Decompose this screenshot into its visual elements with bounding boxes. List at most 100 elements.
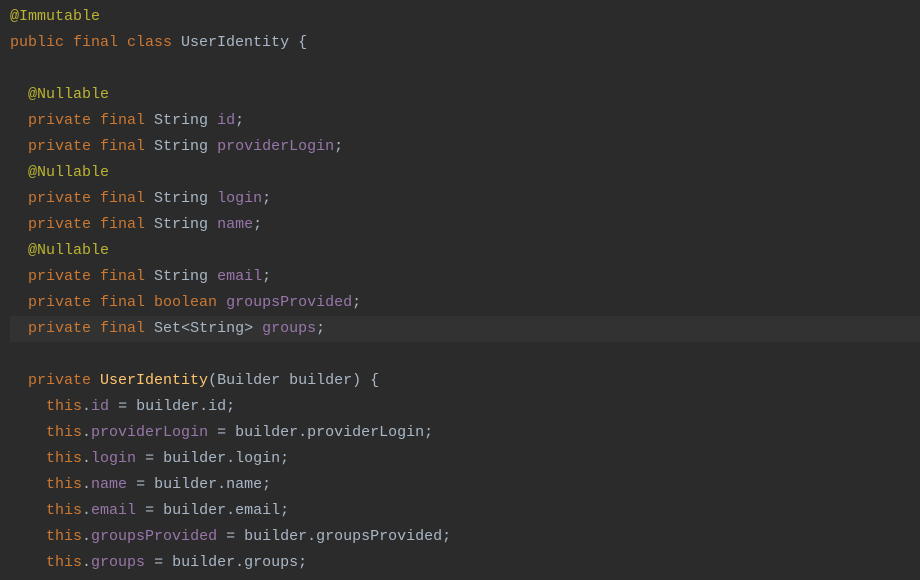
token-kw: this [46,476,82,493]
token-punct: ; [262,268,271,285]
token-anno: @Nullable [28,242,109,259]
code-line[interactable]: this.email = builder.email; [10,498,920,524]
token-white: builder [289,372,352,389]
token-kw: final [100,268,154,285]
token-white: = builder.groupsProvided [217,528,442,545]
token-kw: boolean [154,294,226,311]
code-line[interactable]: private final Set<String> groups; [10,316,920,342]
token-anno: @Nullable [28,86,109,103]
token-punct: . [82,554,91,571]
token-kw: this [46,502,82,519]
token-punct: . [82,398,91,415]
token-punct: ) { [352,372,379,389]
token-white: = builder.name [127,476,262,493]
token-white: = builder.groups [145,554,298,571]
token-ident: id [91,398,109,415]
token-punct: ; [226,398,235,415]
code-line[interactable] [10,342,920,368]
token-kw: this [46,554,82,571]
token-punct: . [82,424,91,441]
token-kw: private [28,190,100,207]
token-type: String [154,112,217,129]
code-line[interactable]: private final String providerLogin; [10,134,920,160]
token-kw: final [100,112,154,129]
code-line[interactable]: this.login = builder.login; [10,446,920,472]
token-ident: groups [262,320,316,337]
code-line[interactable]: @Nullable [10,82,920,108]
token-kw: private [28,112,100,129]
token-punct: ; [334,138,343,155]
token-punct: ; [442,528,451,545]
token-ident: login [91,450,136,467]
token-kw: this [46,450,82,467]
code-line[interactable]: private UserIdentity(Builder builder) { [10,368,920,394]
token-kw: final [100,294,154,311]
token-type: String [154,138,217,155]
code-line[interactable]: private final boolean groupsProvided; [10,290,920,316]
token-punct: { [298,34,307,51]
code-line[interactable]: @Immutable [10,4,920,30]
token-kw: private [28,372,100,389]
token-kw: private [28,268,100,285]
token-kw: private [28,294,100,311]
token-punct: ; [262,476,271,493]
token-kw: public [10,34,73,51]
code-line[interactable]: this.id = builder.id; [10,394,920,420]
token-kw: final [73,34,127,51]
code-line[interactable]: private final String login; [10,186,920,212]
code-line[interactable]: @Nullable [10,238,920,264]
token-kw: private [28,138,100,155]
token-white: = builder.login [136,450,280,467]
token-ident: providerLogin [91,424,208,441]
token-gen: > [244,320,262,337]
token-punct: ; [298,554,307,571]
token-ident: email [217,268,262,285]
token-kw: final [100,320,154,337]
token-kw: private [28,320,100,337]
token-kw: this [46,528,82,545]
code-line[interactable]: private final String id; [10,108,920,134]
token-kw: this [46,424,82,441]
token-punct: ; [280,450,289,467]
token-kw: final [100,216,154,233]
code-line[interactable]: private final String email; [10,264,920,290]
token-punct: ; [352,294,361,311]
token-kw: private [28,216,100,233]
token-ident: groupsProvided [91,528,217,545]
token-punct: ; [424,424,433,441]
token-type: String [154,190,217,207]
token-ident: name [217,216,253,233]
token-kw: final [100,138,154,155]
token-punct: . [82,502,91,519]
token-punct: . [82,476,91,493]
token-punct: ( [208,372,217,389]
token-type: String [154,268,217,285]
code-line[interactable]: this.providerLogin = builder.providerLog… [10,420,920,446]
token-punct: ; [253,216,262,233]
token-kw: class [127,34,181,51]
token-punct: ; [235,112,244,129]
token-punct: ; [280,502,289,519]
token-punct: . [82,528,91,545]
token-ident: groups [91,554,145,571]
code-line[interactable]: public final class UserIdentity { [10,30,920,56]
code-line[interactable]: @Nullable [10,160,920,186]
token-punct: . [82,450,91,467]
token-type: String [190,320,244,337]
code-editor[interactable]: @Immutablepublic final class UserIdentit… [0,0,920,580]
token-kw: this [46,398,82,415]
code-line[interactable]: private final String name; [10,212,920,238]
code-line[interactable]: } [10,576,920,580]
token-ident: login [217,190,262,207]
code-line[interactable] [10,56,920,82]
token-punct: ; [262,190,271,207]
code-line[interactable]: this.groups = builder.groups; [10,550,920,576]
token-type: String [154,216,217,233]
code-line[interactable]: this.groupsProvided = builder.groupsProv… [10,524,920,550]
token-white: UserIdentity [181,34,298,51]
token-white: = builder.providerLogin [208,424,424,441]
token-white: = builder.id [109,398,226,415]
token-gen: < [181,320,190,337]
code-line[interactable]: this.name = builder.name; [10,472,920,498]
token-punct: ; [316,320,325,337]
